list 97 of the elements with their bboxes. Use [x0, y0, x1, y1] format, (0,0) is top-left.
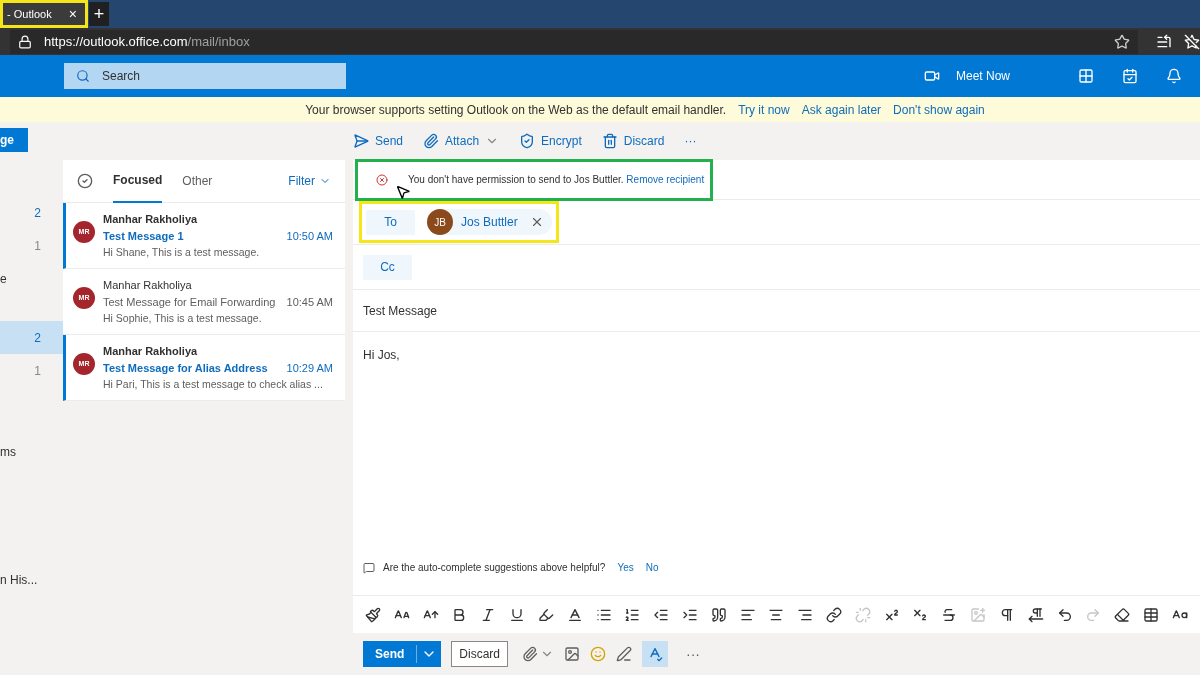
folder-name: e	[0, 270, 7, 288]
recipient-avatar: JB	[427, 209, 453, 235]
office-app-icon[interactable]	[1078, 68, 1094, 84]
strikethrough-icon[interactable]	[941, 606, 958, 623]
trash-icon	[601, 133, 618, 149]
sender-name: Manhar Rakholiya	[103, 344, 199, 359]
message-time: 10:50 AM	[286, 228, 333, 244]
unread-count: 2	[34, 329, 41, 347]
command-button[interactable]: Send	[353, 132, 404, 150]
cc-button[interactable]: Cc	[363, 254, 412, 280]
message-preview: Hi Pari, This is a test message to check alias ...	[103, 377, 324, 392]
more-button[interactable]: ···	[684, 132, 697, 150]
command-button[interactable]: Encrypt	[519, 132, 582, 150]
search-field[interactable]: Search	[64, 63, 346, 89]
folder-item[interactable]: e	[0, 262, 63, 295]
tab-title: - Outlook	[7, 6, 52, 22]
undo-icon[interactable]	[1056, 606, 1073, 623]
pilcrow-left-icon[interactable]	[1027, 606, 1044, 623]
bell-icon[interactable]	[1166, 68, 1182, 84]
error-text: You don't have permission to send to Jos Buttler. Remove recipient	[408, 173, 705, 187]
discard-button[interactable]: Discard	[451, 641, 509, 667]
spell-check-icon	[647, 646, 664, 662]
folder-item[interactable]: 1	[0, 354, 63, 387]
sender-name: Manhar Rakholiya	[103, 212, 199, 227]
message-time: 10:45 AM	[286, 294, 333, 310]
url-text: https://outlook.office.com/mail/inbox	[44, 32, 250, 51]
favorite-add-icon[interactable]	[1114, 33, 1130, 50]
banner-message: Your browser supports setting Outlook on the Web as the default email handler.	[305, 101, 727, 119]
message-subject: Test Message 1	[103, 228, 184, 244]
message-body[interactable]: Hi Jos,	[363, 346, 1190, 364]
image-icon[interactable]	[564, 646, 581, 662]
unread-count: 1	[34, 237, 41, 255]
pen-icon[interactable]	[616, 646, 633, 662]
folder-item[interactable]: 2	[0, 196, 63, 229]
favorites-icon[interactable]	[1156, 33, 1172, 50]
feedback-question: Are the auto-complete suggestions above helpful?	[383, 561, 606, 575]
to-button[interactable]: To	[366, 209, 415, 235]
lock-icon	[18, 34, 32, 49]
message-subject: Test Message for Email Forwarding	[103, 294, 276, 310]
paintbrush-icon[interactable]	[365, 606, 381, 623]
table-icon[interactable]	[1142, 606, 1159, 623]
feedback-yes-link[interactable]: Yes	[617, 560, 634, 575]
eraser-icon[interactable]	[1114, 606, 1131, 623]
banner-link[interactable]: Don't show again	[893, 100, 985, 119]
meet-now-button[interactable]: Meet Now	[923, 67, 1010, 85]
paperclip-icon	[423, 133, 440, 149]
calendar-check-icon[interactable]	[1122, 68, 1138, 84]
quote-icon[interactable]	[710, 606, 727, 623]
link-icon[interactable]	[826, 606, 842, 623]
mouse-cursor-icon	[395, 184, 411, 200]
recipient-name: Jos Buttler	[461, 214, 518, 231]
unread-count: 2	[34, 204, 41, 222]
more-button[interactable]: ···	[686, 643, 701, 665]
editor-toggle[interactable]	[642, 641, 669, 667]
recipient-chip[interactable]: JB Jos Buttler	[427, 209, 552, 235]
folder-item[interactable]: ms	[0, 435, 63, 468]
folder-item[interactable]: n His...	[0, 563, 63, 596]
url-field[interactable]: https://outlook.office.com/mail/inbox	[10, 29, 1138, 54]
message-subject: Test Message for Alias Address	[103, 360, 268, 376]
feedback-icon	[363, 561, 375, 574]
numbered-list-icon[interactable]	[624, 606, 641, 623]
list-tab[interactable]: Other	[182, 159, 213, 203]
collections-icon[interactable]	[1184, 33, 1200, 50]
feedback-no-link[interactable]: No	[645, 560, 659, 575]
new-tab-button[interactable]: +	[89, 2, 109, 26]
unread-count: 1	[34, 362, 41, 380]
underline-icon[interactable]	[509, 606, 526, 623]
command-button[interactable]: Attach	[423, 132, 500, 150]
search-icon	[76, 69, 90, 83]
banner-link[interactable]: Try it now	[738, 100, 790, 119]
search-placeholder: Search	[102, 68, 141, 85]
send-icon	[353, 133, 369, 149]
message-preview: Hi Shane, This is a test message.	[103, 245, 261, 260]
sender-name: Manhar Rakholiya	[103, 278, 193, 293]
send-split-button[interactable]: Send	[363, 641, 442, 667]
folder-name: n His...	[0, 571, 38, 589]
new-message-button[interactable]: ge	[0, 128, 28, 152]
folder-item[interactable]: 2	[0, 321, 63, 354]
command-button[interactable]: Discard	[601, 132, 665, 150]
error-icon	[376, 173, 388, 186]
banner-link[interactable]: Ask again later	[801, 100, 882, 119]
font-color-icon[interactable]	[566, 606, 583, 623]
folder-name: ms	[0, 443, 16, 461]
select-all-icon[interactable]	[77, 173, 93, 189]
highlighter-icon[interactable]	[537, 606, 554, 623]
tab-close[interactable]: ×	[64, 4, 81, 24]
paperclip-icon[interactable]	[522, 646, 539, 662]
filter-button[interactable]: Filter	[288, 172, 331, 190]
folder-item[interactable]: 1	[0, 229, 63, 262]
video-icon	[923, 68, 940, 84]
send-label: Send	[363, 645, 418, 663]
remove-recipient-link[interactable]: Remove recipient	[626, 174, 705, 185]
browser-tab[interactable]: - Outlook ×	[0, 0, 88, 28]
subject-field[interactable]: Test Message	[363, 301, 438, 320]
message-time: 10:29 AM	[286, 360, 333, 376]
message-preview: Hi Sophie, This is a test message.	[103, 311, 263, 326]
shield-icon	[519, 133, 536, 149]
